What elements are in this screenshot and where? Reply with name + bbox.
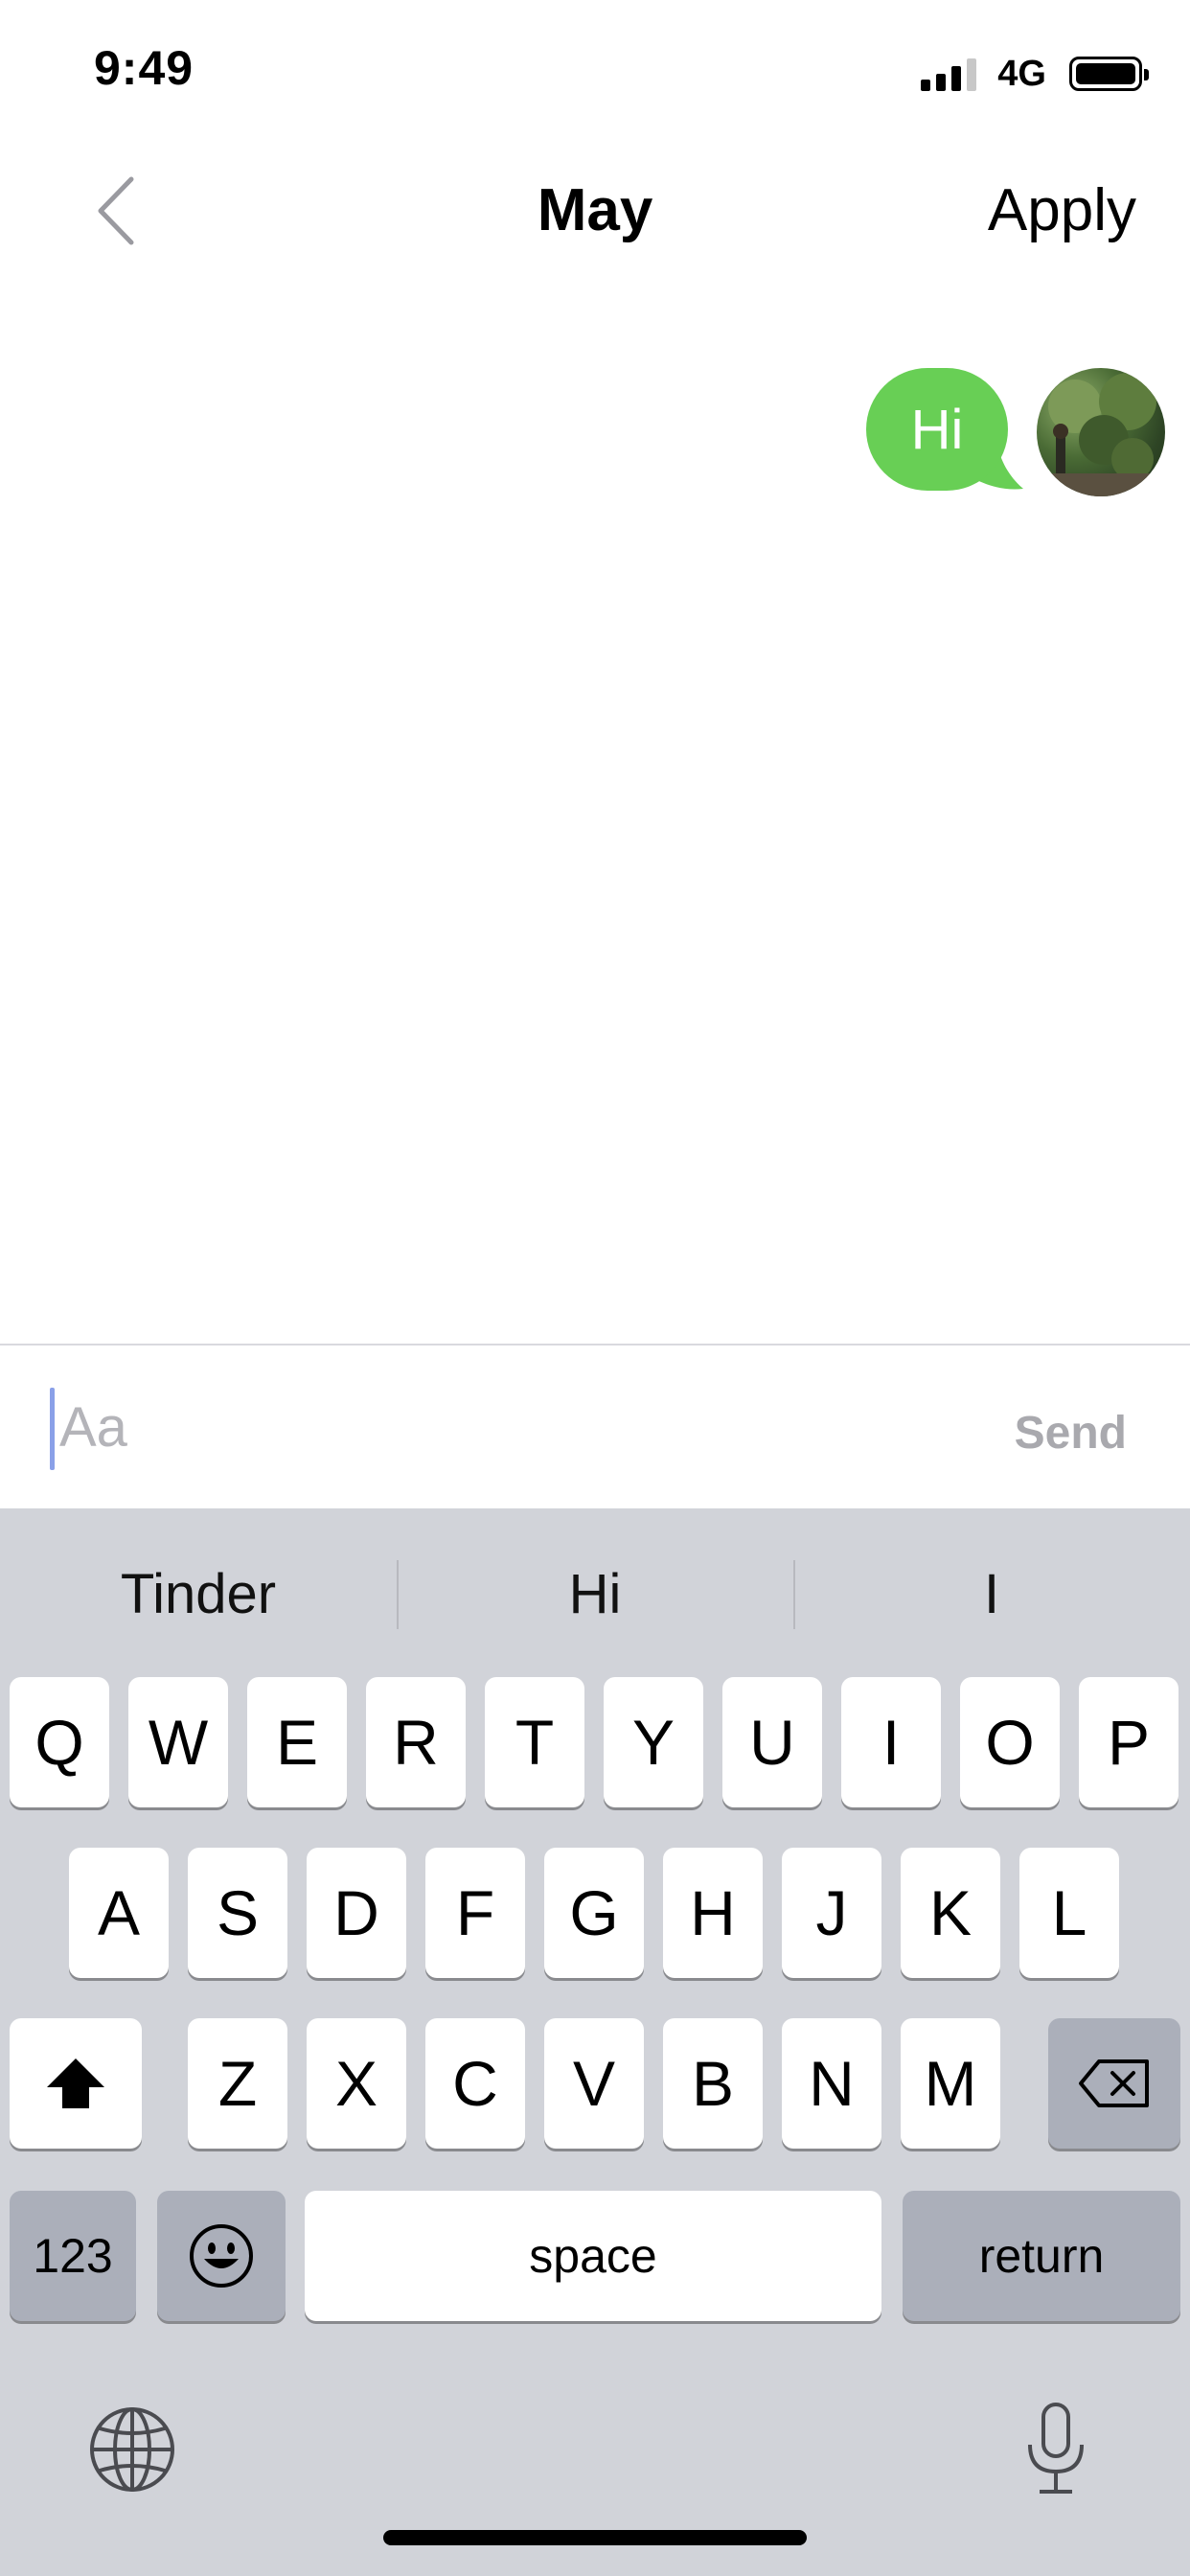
backspace-icon — [1079, 2059, 1149, 2107]
status-indicators: 4G — [921, 50, 1149, 98]
key-b[interactable]: B — [663, 2018, 763, 2149]
key-f[interactable]: F — [425, 1848, 525, 1978]
key-p[interactable]: P — [1079, 1677, 1179, 1807]
signal-icon — [921, 57, 977, 91]
emoji-icon — [190, 2224, 253, 2288]
return-key[interactable]: return — [903, 2191, 1180, 2321]
shift-icon — [47, 2058, 104, 2108]
key-n[interactable]: N — [782, 2018, 881, 2149]
key-u[interactable]: U — [722, 1677, 822, 1807]
key-y[interactable]: Y — [604, 1677, 703, 1807]
suggestion-3[interactable]: I — [793, 1547, 1190, 1643]
nav-bar: May Apply — [0, 144, 1190, 278]
predictive-bar: Tinder Hi I — [0, 1547, 1190, 1643]
globe-icon — [90, 2407, 174, 2492]
numbers-key[interactable]: 123 — [10, 2191, 136, 2321]
key-i[interactable]: I — [841, 1677, 941, 1807]
key-a[interactable]: A — [69, 1848, 169, 1978]
key-l[interactable]: L — [1019, 1848, 1119, 1978]
avatar[interactable] — [1037, 368, 1165, 496]
key-m[interactable]: M — [901, 2018, 1000, 2149]
space-key[interactable]: space — [305, 2191, 881, 2321]
suggestion-1[interactable]: Tinder — [0, 1547, 397, 1643]
key-o[interactable]: O — [960, 1677, 1060, 1807]
text-caret — [50, 1388, 55, 1470]
key-s[interactable]: S — [188, 1848, 287, 1978]
home-indicator — [383, 2530, 807, 2545]
message-text: Hi — [910, 398, 964, 461]
key-k[interactable]: K — [901, 1848, 1000, 1978]
battery-icon — [1069, 57, 1149, 91]
avatar-image — [1037, 373, 1165, 496]
key-e[interactable]: E — [247, 1677, 347, 1807]
message-input[interactable] — [57, 1384, 920, 1470]
key-v[interactable]: V — [544, 2018, 644, 2149]
key-z[interactable]: Z — [188, 2018, 287, 2149]
emoji-key[interactable] — [157, 2191, 286, 2321]
key-c[interactable]: C — [425, 2018, 525, 2149]
status-bar: 9:49 4G — [0, 0, 1190, 134]
suggestion-2[interactable]: Hi — [397, 1547, 793, 1643]
key-w[interactable]: W — [128, 1677, 228, 1807]
globe-button[interactable] — [84, 2402, 180, 2497]
key-t[interactable]: T — [485, 1677, 584, 1807]
network-label: 4G — [997, 53, 1046, 94]
shift-key[interactable] — [10, 2018, 142, 2149]
key-q[interactable]: Q — [10, 1677, 109, 1807]
key-h[interactable]: H — [663, 1848, 763, 1978]
status-time: 9:49 — [94, 41, 195, 95]
delete-key[interactable] — [1048, 2018, 1180, 2149]
apply-button[interactable]: Apply — [988, 172, 1136, 249]
message-input-bar: Send — [0, 1344, 1190, 1508]
key-g[interactable]: G — [544, 1848, 644, 1978]
chat-area: Hi — [0, 288, 1190, 1342]
microphone-button[interactable] — [1008, 2396, 1104, 2501]
send-button[interactable]: Send — [1015, 1407, 1127, 1460]
key-d[interactable]: D — [307, 1848, 406, 1978]
key-j[interactable]: J — [782, 1848, 881, 1978]
message-bubble-sent[interactable]: Hi — [866, 368, 1008, 491]
keyboard: Tinder Hi I Q W E R T Y U I O P A S D F … — [0, 1508, 1190, 2576]
microphone-icon — [1028, 2403, 1084, 2494]
key-r[interactable]: R — [366, 1677, 466, 1807]
key-x[interactable]: X — [307, 2018, 406, 2149]
